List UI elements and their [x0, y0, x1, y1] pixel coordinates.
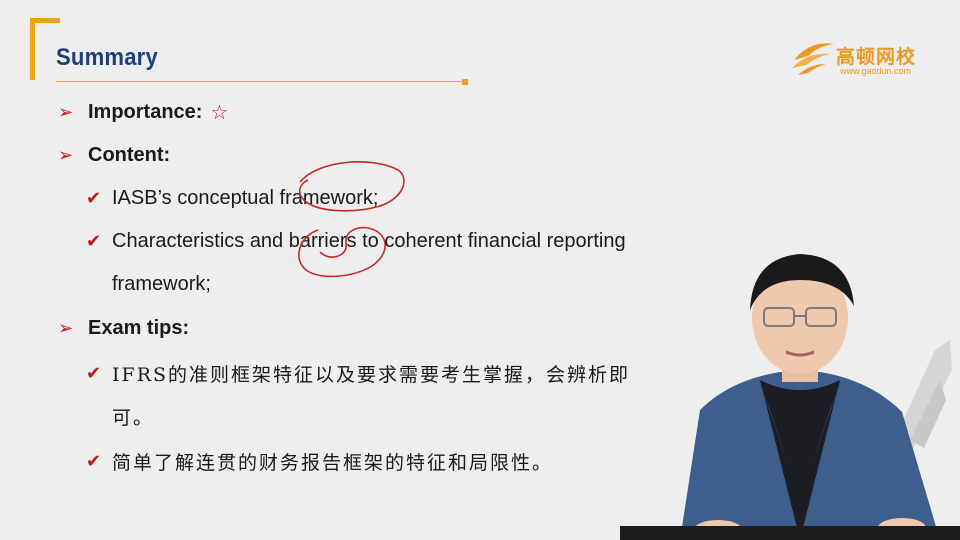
exam-tips-row: ➢ Exam tips:	[58, 317, 189, 340]
slide-title: Summary	[56, 44, 158, 71]
exam-point-text: IFRS的准则框架特征以及要求需要考生掌握，会辨析即	[112, 364, 631, 386]
content-point-text: IASB’s conceptual framework;	[112, 187, 379, 209]
content-label: Content:	[88, 144, 171, 166]
check-bullet-icon: ✔	[86, 188, 102, 208]
exam-point: ✔ 简单了解连贯的财务报告框架的特征和局限性。	[86, 448, 553, 475]
importance-label: Importance:	[88, 101, 203, 123]
content-point: ✔ Characteristics and barriers to cohere…	[86, 230, 626, 253]
title-underline	[56, 81, 466, 82]
check-bullet-icon: ✔	[86, 231, 102, 251]
arrow-bullet-icon: ➢	[58, 318, 74, 338]
logo-url: www.gaodun.com	[840, 66, 912, 76]
content-point-text: Characteristics and barriers to coherent…	[112, 230, 626, 252]
content-point: ✔ IASB’s conceptual framework;	[86, 187, 378, 210]
logo-name: 高顿网校	[836, 46, 917, 68]
exam-tips-label: Exam tips:	[88, 317, 190, 339]
exam-point: ✔ IFRS的准则框架特征以及要求需要考生掌握，会辨析即	[86, 360, 630, 387]
content-row: ➢ Content:	[58, 144, 170, 167]
desk	[620, 526, 960, 540]
gaodun-logo: 高顿网校 www.gaodun.com	[790, 38, 930, 82]
exam-point-continuation: 可。	[112, 403, 154, 430]
exam-point-text: 简单了解连贯的财务报告框架的特征和局限性。	[112, 452, 554, 474]
exam-point-text: 可。	[112, 407, 155, 429]
star-icon: ☆	[210, 102, 229, 124]
slide: Summary 高顿网校 www.gaodun.com ➢ Importance…	[0, 0, 960, 540]
arrow-bullet-icon: ➢	[58, 102, 74, 122]
gaodun-logo-icon	[792, 43, 834, 75]
content-point-text: framework;	[112, 273, 211, 295]
check-bullet-icon: ✔	[86, 363, 102, 383]
title-underline-dot	[462, 79, 468, 85]
presenter-video	[680, 254, 940, 540]
check-bullet-icon: ✔	[86, 451, 102, 471]
importance-row: ➢ Importance: ☆	[58, 100, 228, 125]
arrow-bullet-icon: ➢	[58, 145, 74, 165]
content-point-continuation: framework;	[112, 273, 211, 296]
